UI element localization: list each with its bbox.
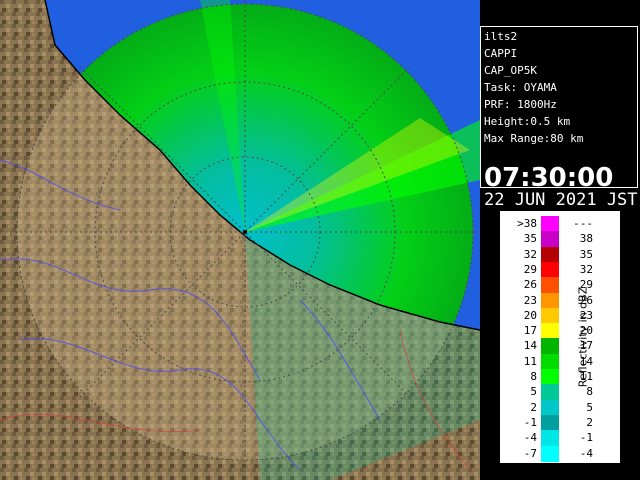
legend-lower-value: 17: [523, 324, 537, 338]
legend-color-swatch: [541, 445, 559, 462]
legend-upper-value: ---: [573, 217, 593, 230]
legend-color-swatch: [541, 216, 559, 232]
legend-color-swatch: [541, 323, 559, 340]
legend-row: -7 -4: [501, 445, 601, 462]
legend-lower-value: -4: [523, 431, 537, 445]
legend-upper-value: 35: [579, 247, 593, 261]
legend-row: 35 38: [501, 231, 601, 248]
legend-lower-value: -7: [523, 446, 537, 460]
legend-lower-value: >38: [517, 217, 537, 230]
legend-color-swatch: [541, 369, 559, 385]
legend-upper-value: -4: [579, 446, 593, 460]
radar-image: [0, 0, 480, 480]
legend-color-swatch: [541, 261, 559, 278]
legend-color-swatch: [541, 384, 559, 401]
site-name: ilts2: [484, 30, 518, 43]
legend-lower-value: 23: [523, 293, 537, 307]
legend-row: -1 2: [501, 414, 601, 431]
legend-row: >38 ---: [501, 216, 601, 232]
legend-lower-value: 35: [523, 232, 537, 246]
legend-lower-value: 14: [523, 339, 537, 353]
info-box: ilts2 CAPPI CAP_OP5K Task: OYAMA PRF: 18…: [480, 26, 638, 210]
radar-map: [0, 0, 480, 480]
legend-lower-value: 26: [523, 278, 537, 292]
legend-title: Reflectivity in dBZ: [576, 286, 590, 388]
max-range-value: Max Range:80 km: [484, 132, 584, 145]
legend-color-swatch: [541, 414, 559, 431]
legend-color-swatch: [541, 292, 559, 309]
prf-value: PRF: 1800Hz: [484, 98, 557, 111]
radar-site: [243, 230, 247, 234]
legend-color-swatch: [541, 277, 559, 294]
legend-upper-value: 38: [579, 232, 593, 246]
legend-lower-value: 5: [530, 385, 537, 399]
legend-color-swatch: [541, 246, 559, 263]
legend-color-swatch: [541, 338, 559, 355]
observation-date: 22 JUN 2021 JST: [484, 190, 638, 210]
legend-lower-value: -1: [523, 415, 537, 429]
legend-color-swatch: [541, 430, 559, 447]
legend-lower-value: 20: [523, 308, 537, 322]
product-type: CAPPI: [484, 47, 518, 60]
legend-color-swatch: [541, 399, 559, 416]
legend-color-swatch: [541, 307, 559, 324]
legend-lower-value: 8: [530, 370, 537, 383]
legend-lower-value: 2: [530, 400, 537, 414]
height-value: Height:0.5 km: [484, 115, 571, 128]
legend-row: -4 -1: [501, 430, 601, 447]
legend-lower-value: 11: [523, 354, 537, 368]
legend-upper-value: 2: [586, 415, 593, 429]
observation-time: 07:30:00: [484, 163, 614, 193]
legend-color-swatch: [541, 353, 559, 370]
task-name: Task: OYAMA: [484, 81, 557, 94]
legend-lower-value: 32: [523, 247, 537, 261]
legend-row: 32 35: [501, 246, 601, 263]
legend-lower-value: 29: [523, 262, 537, 276]
product-id: CAP_OP5K: [484, 64, 537, 77]
legend-color-swatch: [541, 231, 559, 248]
reflectivity-legend: >38 --- 35 38 32 35 29 32 26 29 23 26 20 23 17 20 14 17 11…: [500, 211, 620, 463]
legend-upper-value: -1: [579, 431, 593, 445]
